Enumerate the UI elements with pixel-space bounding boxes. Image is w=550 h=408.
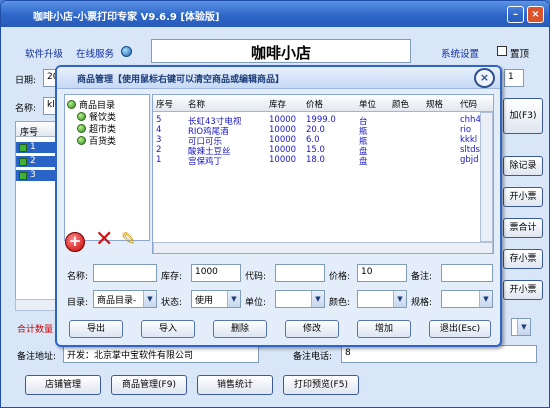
total-quantity-label: 合计数量 [17,325,54,335]
delete-icon[interactable]: ✕ [95,229,113,251]
folder-icon [77,136,86,145]
product-management-dialog: 商品管理【使用鼠标右键可以清空商品或编辑商品】 × 商品目录 餐饮类 超市类 百… [55,65,502,347]
settings-link[interactable]: 系统设置 [441,46,479,60]
main-list: 序号 1 2 3 [15,121,59,311]
stock-input[interactable]: 1000 [191,264,241,282]
col-header[interactable]: 代码 [460,98,477,110]
col-header[interactable]: 价格 [306,98,323,110]
import-button[interactable]: 导入 [141,320,195,338]
chevron-down-icon: ▼ [393,291,406,307]
edit-icon[interactable]: ✎ [121,230,136,250]
exit-button[interactable]: 退出(Esc) [429,320,491,338]
price-label: 价格: [329,272,351,282]
table-header: 序号 名称 库存 价格 单位 颜色 规格 代码 [153,95,493,112]
horizontal-scrollbar[interactable] [15,299,59,311]
export-button[interactable]: 导出 [69,320,123,338]
unit-select[interactable]: ▼ [275,290,325,308]
product-table: 序号 名称 库存 价格 单位 颜色 规格 代码 5 长虹43寸电视 10000 199… [152,94,494,254]
phone-label: 备注电话: [293,352,333,362]
chevron-down-icon: ▼ [479,291,492,307]
col-header[interactable]: 颜色 [392,98,409,110]
phone-field[interactable]: 8 [341,345,537,363]
vertical-scrollbar[interactable] [480,112,493,242]
sales-stats-button[interactable]: 销售统计 [197,375,273,395]
dialog-title: 商品管理【使用鼠标右键可以清空商品或编辑商品】 [57,67,500,89]
col-header[interactable]: 单位 [359,98,376,110]
state-select[interactable]: 使用 ▼ [191,290,241,308]
product-management-button[interactable]: 商品管理(F9) [111,375,187,395]
code-input[interactable] [275,264,325,282]
delete-record-button[interactable]: 除记录 [503,156,543,176]
add-icon[interactable]: + [65,232,85,252]
col-no-header: 序号 [16,122,58,138]
shop-name-field[interactable]: 咖啡小店 [151,39,411,63]
check-icon [19,172,27,180]
tree-item-general[interactable]: 百货类 [77,134,116,147]
store-management-button[interactable]: 店铺管理 [25,375,101,395]
col-header[interactable]: 名称 [188,98,205,110]
pin-label: 置顶 [510,49,530,60]
state-label: 状态: [161,298,183,308]
main-title-bar: 咖啡小店-小票打印专家 V9.6.9 [体验版] – × [1,1,549,27]
right-field[interactable]: 1 [504,69,524,87]
horizontal-scrollbar[interactable] [153,242,493,253]
category-select[interactable]: 商品目录- ▼ [93,290,157,308]
name-label: 名称: [67,272,89,282]
add-item-button[interactable]: 加(F3) [503,98,543,134]
receipt-total-button[interactable]: 票合计 [503,218,543,238]
pin-checkbox[interactable] [497,46,507,56]
chevron-down-icon: ▼ [227,291,240,307]
folder-icon [67,100,76,109]
print-preview-button[interactable]: 打印预览(F5) [283,375,359,395]
table-row[interactable]: 1 宫保鸡丁 10000 18.0 盘 gbjd [153,155,493,167]
code-label: 代码: [245,272,267,282]
category-tree: 商品目录 餐饮类 超市类 百货类 [64,94,150,241]
chevron-down-icon: ▼ [311,291,324,307]
modify-button[interactable]: 修改 [285,320,339,338]
open-receipt-button[interactable]: 开小票 [503,187,543,207]
minimize-button[interactable]: – [507,6,524,23]
add-button[interactable]: 增加 [357,320,411,338]
col-header[interactable]: 规格 [426,98,443,110]
close-button[interactable]: × [527,6,544,23]
address-field[interactable]: 开发：北京掌中宝软件有限公司 [63,345,259,363]
stock-label: 库存: [161,272,183,282]
spec-select[interactable]: ▼ [441,290,493,308]
product-name-input[interactable] [93,264,157,282]
folder-icon [77,124,86,133]
price-input[interactable]: 10 [357,264,407,282]
online-service-link[interactable]: 在线服务 [76,46,114,60]
delete-button[interactable]: 删除 [213,320,267,338]
check-icon [19,144,27,152]
name-label: 名称: [15,104,37,114]
globe-icon [121,46,132,57]
main-title: 咖啡小店-小票打印专家 V9.6.9 [体验版] [33,12,220,23]
date-label: 日期: [15,76,37,86]
save-receipt-button[interactable]: 存小票 [503,249,543,269]
upgrade-link[interactable]: 软件升级 [25,46,63,60]
color-select[interactable]: ▼ [357,290,407,308]
dialog-close-icon[interactable]: × [474,68,495,88]
note-label: 备注: [411,272,433,282]
open-receipt-button-2[interactable]: 开小票 [503,280,543,300]
chevron-down-icon: ▼ [143,291,156,307]
col-header[interactable]: 库存 [269,98,286,110]
check-icon [19,158,27,166]
color-label: 颜色: [329,298,351,308]
category-label: 目录: [67,298,89,308]
unit-label: 单位: [245,298,267,308]
col-header[interactable]: 序号 [156,98,173,110]
address-label: 备注地址: [17,352,57,362]
total-select[interactable]: ▼ [511,318,531,336]
folder-icon [77,112,86,121]
note-input[interactable] [441,264,493,282]
spec-label: 规格: [411,298,433,308]
